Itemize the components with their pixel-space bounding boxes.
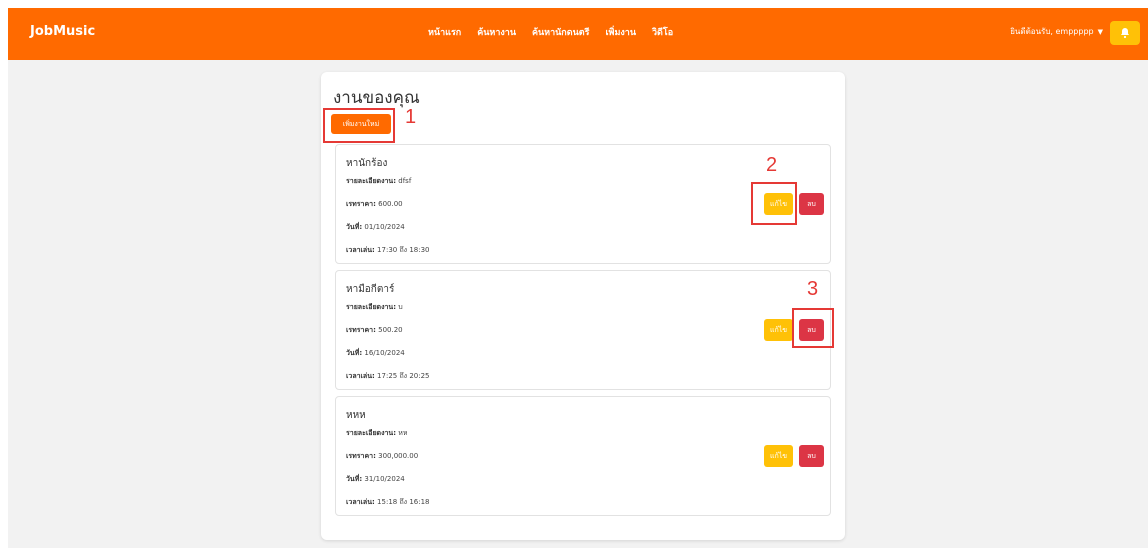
- field-label: วันที่:: [346, 223, 363, 231]
- field-value: หห: [398, 429, 408, 437]
- job-card: หามือกีตาร์ รายละเอียดงาน: บ เรทราคา: 50…: [335, 270, 831, 390]
- job-card: หานักร้อง รายละเอียดงาน: dfsf เรทราคา: 6…: [335, 144, 831, 264]
- field-label: เวลาเล่น:: [346, 246, 375, 254]
- field-value: 300,000.00: [378, 452, 419, 460]
- field-value: dfsf: [398, 177, 412, 185]
- field-value: 01/10/2024: [364, 223, 405, 231]
- nav-link-home[interactable]: หน้าแรก: [428, 25, 461, 39]
- delete-button[interactable]: ลบ: [799, 193, 824, 215]
- job-price: เรทราคา: 600.00: [346, 199, 403, 210]
- field-value: 500.20: [378, 326, 403, 334]
- field-label: วันที่:: [346, 475, 363, 483]
- job-name: หานักร้อง: [346, 158, 388, 169]
- job-date: วันที่: 16/10/2024: [346, 348, 405, 359]
- nav-links: หน้าแรก ค้นหางาน ค้นหานักดนตรี เพิ่มงาน …: [428, 25, 673, 39]
- edit-button[interactable]: แก้ไข: [764, 319, 793, 341]
- user-greeting: ยินดีต้อนรับ, emppppp: [1010, 27, 1094, 36]
- delete-button[interactable]: ลบ: [799, 445, 824, 467]
- field-label: รายละเอียดงาน:: [346, 303, 397, 311]
- job-time: เวลาเล่น: 17:25 ถึง 20:25: [346, 371, 430, 382]
- field-value: 17:25 ถึง 20:25: [377, 372, 430, 380]
- field-label: วันที่:: [346, 349, 363, 357]
- navbar: JobMusic หน้าแรก ค้นหางาน ค้นหานักดนตรี …: [8, 8, 1148, 60]
- field-value: 16/10/2024: [364, 349, 405, 357]
- field-value: บ: [398, 303, 403, 311]
- my-jobs-card: งานของคุณ เพิ่มงานใหม่ 1 หานักร้อง รายละ…: [321, 72, 845, 540]
- job-time: เวลาเล่น: 17:30 ถึง 18:30: [346, 245, 430, 256]
- brand-logo[interactable]: JobMusic: [30, 24, 95, 39]
- job-description: รายละเอียดงาน: หห: [346, 428, 408, 439]
- job-description: รายละเอียดงาน: บ: [346, 302, 403, 313]
- field-value: 17:30 ถึง 18:30: [377, 246, 430, 254]
- caret-down-icon: ▼: [1097, 27, 1103, 36]
- new-job-button[interactable]: เพิ่มงานใหม่: [331, 114, 391, 134]
- bell-icon: [1121, 28, 1129, 39]
- nav-link-find-jobs[interactable]: ค้นหางาน: [477, 25, 516, 39]
- field-label: รายละเอียดงาน:: [346, 429, 397, 437]
- field-label: รายละเอียดงาน:: [346, 177, 397, 185]
- job-card: หหห รายละเอียดงาน: หห เรทราคา: 300,000.0…: [335, 396, 831, 516]
- nav-link-find-musicians[interactable]: ค้นหานักดนตรี: [532, 25, 589, 39]
- job-name: หหห: [346, 410, 366, 421]
- job-date: วันที่: 31/10/2024: [346, 474, 405, 485]
- field-value: 600.00: [378, 200, 403, 208]
- annotation-label-2: 2: [766, 154, 778, 176]
- annotation-label-3: 3: [807, 278, 819, 300]
- field-value: 31/10/2024: [364, 475, 405, 483]
- job-name: หามือกีตาร์: [346, 284, 395, 295]
- annotation-label-1: 1: [405, 106, 417, 128]
- job-price: เรทราคา: 300,000.00: [346, 451, 418, 462]
- field-label: เวลาเล่น:: [346, 498, 375, 506]
- field-label: เรทราคา:: [346, 326, 376, 334]
- field-value: 15:18 ถึง 16:18: [377, 498, 430, 506]
- page-background: JobMusic หน้าแรก ค้นหางาน ค้นหานักดนตรี …: [8, 8, 1148, 548]
- field-label: เรทราคา:: [346, 452, 376, 460]
- user-menu[interactable]: ยินดีต้อนรับ, emppppp ▼: [1010, 25, 1103, 38]
- job-price: เรทราคา: 500.20: [346, 325, 403, 336]
- job-description: รายละเอียดงาน: dfsf: [346, 176, 411, 187]
- delete-button[interactable]: ลบ: [799, 319, 824, 341]
- field-label: เรทราคา:: [346, 200, 376, 208]
- edit-button[interactable]: แก้ไข: [764, 445, 793, 467]
- nav-link-add-job[interactable]: เพิ่มงาน: [605, 25, 636, 39]
- job-time: เวลาเล่น: 15:18 ถึง 16:18: [346, 497, 430, 508]
- field-label: เวลาเล่น:: [346, 372, 375, 380]
- edit-button[interactable]: แก้ไข: [764, 193, 793, 215]
- notification-button[interactable]: [1110, 21, 1140, 45]
- nav-link-videos[interactable]: วิดีโอ: [652, 25, 673, 39]
- job-date: วันที่: 01/10/2024: [346, 222, 405, 233]
